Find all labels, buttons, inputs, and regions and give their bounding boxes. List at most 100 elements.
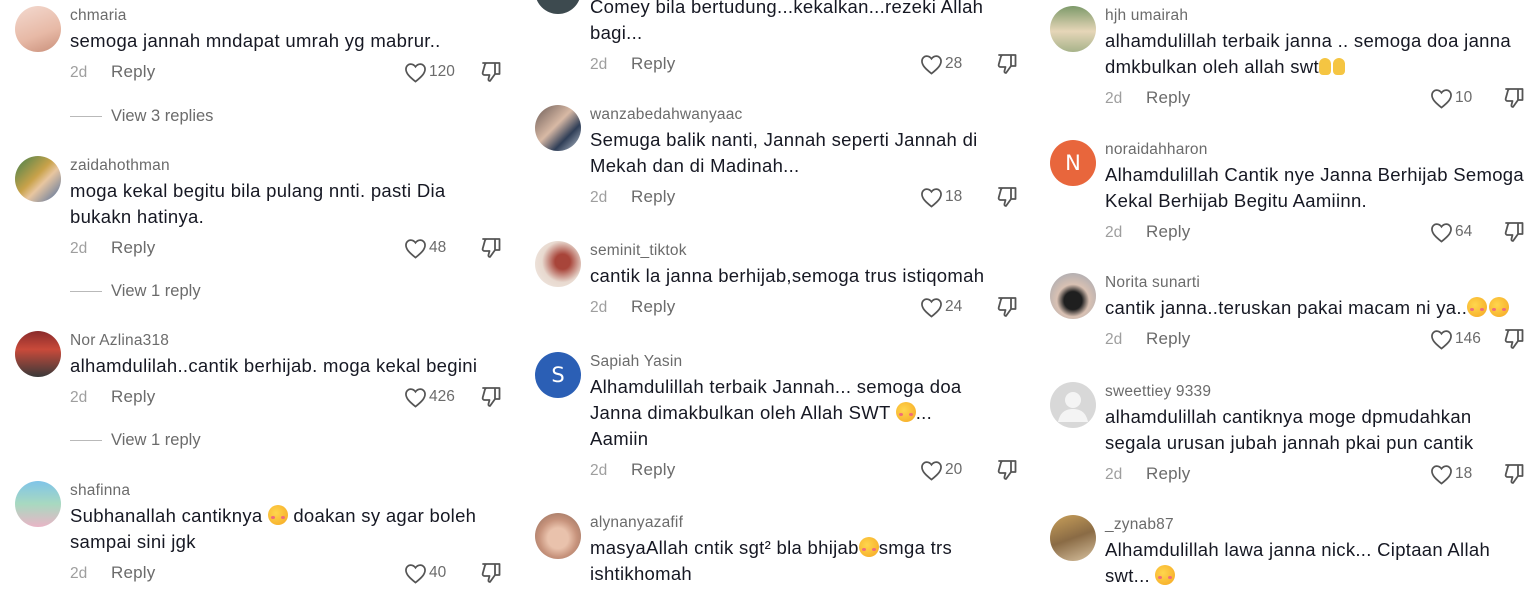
- comment-text: cantik janna..teruskan pakai macam ni ya…: [1105, 295, 1530, 321]
- like-button[interactable]: 426: [404, 385, 455, 409]
- reply-button[interactable]: Reply: [1146, 329, 1190, 349]
- heart-outline-icon: [921, 54, 942, 75]
- divider: [70, 115, 102, 118]
- comment-time: 2d: [70, 240, 88, 257]
- view-replies-label: View 3 replies: [111, 107, 214, 125]
- view-replies-button[interactable]: View 1 reply: [70, 431, 201, 450]
- comment-username[interactable]: alynanyazafif: [590, 513, 1025, 533]
- comment-username[interactable]: Sapiah Yasin: [590, 352, 1025, 372]
- smiling-face-with-hearts-emoji: [1467, 297, 1488, 317]
- thumb-down-outline-icon[interactable]: [1503, 220, 1525, 244]
- comment-meta: 2d Reply 146: [1105, 327, 1530, 353]
- comment-username[interactable]: hjh umairah: [1105, 6, 1530, 26]
- comment-time: 2d: [590, 56, 608, 73]
- like-button[interactable]: 10: [1430, 86, 1472, 110]
- avatar[interactable]: [1050, 273, 1096, 319]
- avatar[interactable]: S: [535, 352, 581, 398]
- comment-username[interactable]: shafinna: [70, 481, 505, 501]
- comment-meta: 2d Reply 48: [70, 236, 505, 262]
- comment-username[interactable]: noraidahharon: [1105, 140, 1530, 160]
- like-button[interactable]: 24: [920, 295, 962, 319]
- thumb-down-outline-icon[interactable]: [480, 60, 502, 84]
- avatar[interactable]: [535, 241, 581, 287]
- reply-button[interactable]: Reply: [111, 387, 155, 407]
- view-replies-button[interactable]: View 3 replies: [70, 107, 213, 126]
- comment-username[interactable]: seminit_tiktok: [590, 241, 1025, 261]
- like-button[interactable]: 64: [1430, 220, 1472, 244]
- like-count: 24: [945, 298, 963, 315]
- thumb-down-outline-icon[interactable]: [480, 236, 502, 260]
- avatar[interactable]: [535, 513, 581, 559]
- thumb-down-outline-icon[interactable]: [480, 385, 502, 409]
- avatar-letter: S: [551, 363, 565, 387]
- avatar[interactable]: [15, 6, 61, 52]
- avatar[interactable]: [1050, 382, 1096, 428]
- reply-button[interactable]: Reply: [111, 62, 155, 82]
- view-replies-label: View 1 reply: [111, 282, 201, 300]
- comment-username[interactable]: zaidahothman: [70, 156, 505, 176]
- like-count: 18: [945, 188, 963, 205]
- like-count: 40: [429, 564, 447, 581]
- smiling-face-with-hearts-emoji: [1155, 565, 1176, 585]
- comment-username[interactable]: wanzabedahwanyaac: [590, 105, 1025, 125]
- avatar[interactable]: [535, 105, 581, 151]
- like-button[interactable]: 18: [920, 185, 962, 209]
- avatar[interactable]: [15, 331, 61, 377]
- reply-button[interactable]: Reply: [111, 563, 155, 583]
- comment-time: 2d: [590, 462, 608, 479]
- view-replies-button[interactable]: View 1 reply: [70, 282, 201, 301]
- thumb-down-outline-icon[interactable]: [996, 458, 1018, 482]
- like-button[interactable]: 20: [920, 458, 962, 482]
- comment-text: Semuga balik nanti, Jannah seperti Janna…: [590, 129, 978, 176]
- like-count: 20: [945, 461, 963, 478]
- avatar[interactable]: N: [1050, 140, 1096, 186]
- comment-column-1: chmaria semoga jannah mndapat umrah yg m…: [15, 0, 505, 595]
- reply-button[interactable]: Reply: [1146, 88, 1190, 108]
- like-button[interactable]: 40: [404, 561, 446, 585]
- like-count: 426: [429, 388, 455, 405]
- reply-button[interactable]: Reply: [631, 187, 675, 207]
- like-button[interactable]: 48: [404, 236, 446, 260]
- thumb-down-outline-icon[interactable]: [480, 561, 502, 585]
- like-button[interactable]: 146: [1430, 327, 1481, 351]
- thumb-down-outline-icon[interactable]: [996, 185, 1018, 209]
- raised-hands-emoji: [1318, 56, 1345, 76]
- like-button[interactable]: 18: [1430, 462, 1472, 486]
- comment-username[interactable]: Norita sunarti: [1105, 273, 1530, 293]
- comment-text: Alhamdulillah terbaik Jannah... semoga d…: [590, 374, 980, 452]
- comment-text-part: masyaAllah cntik sgt² bla bhijab: [590, 537, 859, 558]
- heart-outline-icon: [1431, 464, 1452, 485]
- comment-username[interactable]: sweettiey 9339: [1105, 382, 1530, 402]
- avatar[interactable]: [1050, 515, 1096, 561]
- comment-meta: 2d Reply 426: [70, 385, 505, 411]
- comment-text-part: cantik janna..teruskan pakai macam ni ya…: [1105, 297, 1468, 318]
- reply-button[interactable]: Reply: [1146, 222, 1190, 242]
- comment-text: Subhanallah cantiknya doakan sy agar bol…: [70, 503, 500, 555]
- default-avatar-icon: [1058, 392, 1088, 422]
- heart-outline-icon: [405, 563, 426, 584]
- avatar-letter: N: [1065, 151, 1081, 175]
- avatar[interactable]: [15, 481, 61, 527]
- thumb-down-outline-icon[interactable]: [1503, 327, 1525, 351]
- thumb-down-outline-icon[interactable]: [996, 52, 1018, 76]
- avatar[interactable]: [1050, 6, 1096, 52]
- like-button[interactable]: 120: [404, 60, 455, 84]
- smiling-face-with-hearts-emoji: [267, 505, 288, 525]
- reply-button[interactable]: Reply: [1146, 464, 1190, 484]
- thumb-down-outline-icon[interactable]: [1503, 462, 1525, 486]
- avatar[interactable]: [15, 156, 61, 202]
- avatar[interactable]: [535, 0, 581, 14]
- comment-username[interactable]: chmaria: [70, 6, 505, 26]
- reply-button[interactable]: Reply: [631, 54, 675, 74]
- comment-text: alhamdulilah..cantik berhijab. moga keka…: [70, 355, 478, 376]
- reply-button[interactable]: Reply: [111, 238, 155, 258]
- comment-username[interactable]: _zynab87: [1105, 515, 1530, 535]
- reply-button[interactable]: Reply: [631, 297, 675, 317]
- like-button[interactable]: 28: [920, 52, 962, 76]
- thumb-down-outline-icon[interactable]: [996, 295, 1018, 319]
- heart-outline-icon: [921, 460, 942, 481]
- comment-username[interactable]: Nor Azlina318: [70, 331, 505, 351]
- thumb-down-outline-icon[interactable]: [1503, 86, 1525, 110]
- reply-button[interactable]: Reply: [631, 460, 675, 480]
- comment-time: 2d: [590, 189, 608, 206]
